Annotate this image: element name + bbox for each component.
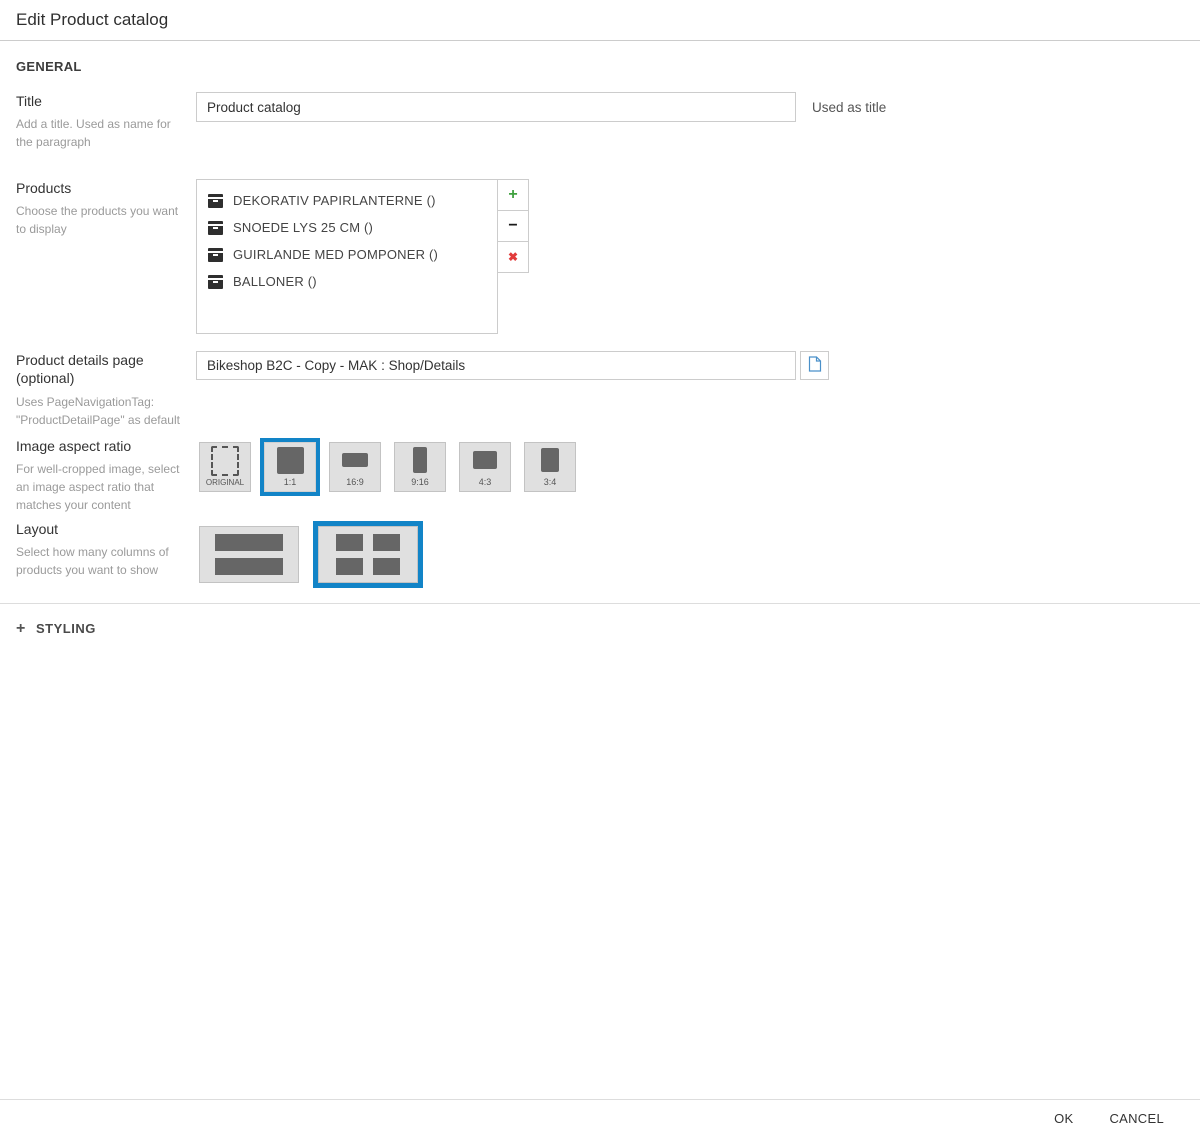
title-label: Title	[16, 93, 42, 109]
product-name: DEKORATIV PAPIRLANTERNE ()	[233, 193, 436, 209]
product-list-item[interactable]: SNOEDE LYS 25 CM ()	[197, 214, 497, 241]
document-icon	[808, 356, 822, 375]
layout-option-one-column[interactable]	[199, 525, 299, 583]
remove-product-button[interactable]: −	[497, 210, 529, 243]
aspect-option-1-1[interactable]: 1:1	[264, 441, 316, 492]
1-1-ratio-shape	[276, 446, 304, 474]
aspect-ratio-help: For well-cropped image, select an image …	[16, 461, 180, 512]
delete-product-button[interactable]: ✖	[497, 241, 529, 274]
aspect-option-9-16[interactable]: 9:16	[394, 441, 446, 492]
product-list-actions: + − ✖	[497, 179, 529, 274]
aspect-option-label: 16:9	[346, 476, 364, 487]
aspect-option-label: ORIGINAL	[205, 477, 245, 487]
original-ratio-shape	[211, 445, 239, 476]
page-picker-button[interactable]	[800, 351, 829, 381]
dialog-header: Edit Product catalog	[0, 0, 1200, 41]
aspect-option-label: 3:4	[543, 476, 557, 487]
product-list-item[interactable]: BALLONER ()	[197, 268, 497, 295]
aspect-option-original[interactable]: ORIGINAL	[199, 441, 251, 492]
aspect-ratio-row: Image aspect ratio For well-cropped imag…	[16, 437, 1184, 514]
aspect-option-label: 9:16	[411, 476, 429, 487]
one-column-layout-icon	[215, 533, 283, 575]
details-page-row: Product details page (optional) Uses Pag…	[16, 351, 1184, 428]
layout-help: Select how many columns of products you …	[16, 544, 169, 577]
product-name: GUIRLANDE MED POMPONER ()	[233, 247, 439, 263]
product-box-icon	[208, 193, 223, 208]
title-row: Title Add a title. Used as name for the …	[16, 92, 1184, 151]
aspect-option-4-3[interactable]: 4:3	[459, 441, 511, 492]
layout-row: Layout Select how many columns of produc…	[16, 520, 1184, 589]
details-page-label: Product details page (optional)	[16, 352, 144, 387]
product-box-icon	[208, 220, 223, 235]
title-input[interactable]	[196, 92, 796, 122]
16-9-ratio-shape	[342, 453, 368, 468]
products-label: Products	[16, 180, 72, 197]
styling-section-label: STYLING	[36, 621, 96, 637]
aspect-ratio-options: ORIGINAL 1:1 16:9 9:16 4:3 3:4	[196, 437, 1184, 497]
two-column-layout-icon	[336, 533, 400, 575]
edit-product-catalog-dialog: Edit Product catalog GENERAL Title Add a…	[0, 0, 1200, 1137]
products-help: Choose the products you want to display	[16, 204, 179, 237]
dialog-title: Edit Product catalog	[16, 10, 169, 29]
minus-icon: −	[508, 217, 518, 235]
9-16-ratio-shape	[413, 447, 427, 474]
dialog-body: GENERAL Title Add a title. Used as name …	[0, 41, 1200, 1099]
3-4-ratio-shape	[541, 448, 559, 473]
product-box-icon	[208, 274, 223, 289]
layout-options	[196, 520, 1184, 589]
details-page-input[interactable]	[196, 351, 796, 381]
product-list-item[interactable]: DEKORATIV PAPIRLANTERNE ()	[197, 187, 497, 214]
details-page-help: Uses PageNavigationTag: "ProductDetailPa…	[16, 394, 180, 427]
ok-button[interactable]: OK	[1052, 1109, 1075, 1128]
aspect-option-label: 4:3	[478, 476, 492, 487]
layout-label: Layout	[16, 520, 59, 537]
products-row: Products Choose the products you want to…	[16, 179, 1184, 335]
aspect-ratio-label: Image aspect ratio	[16, 437, 132, 454]
used-as-title-note: Used as title	[812, 99, 887, 115]
product-box-icon	[208, 247, 223, 262]
add-product-button[interactable]: +	[497, 179, 529, 212]
cancel-button[interactable]: CANCEL	[1107, 1109, 1166, 1128]
dialog-footer: OK CANCEL	[0, 1099, 1200, 1137]
product-name: SNOEDE LYS 25 CM ()	[233, 220, 374, 236]
product-list-item[interactable]: GUIRLANDE MED POMPONER ()	[197, 241, 497, 268]
aspect-option-16-9[interactable]: 16:9	[329, 441, 381, 492]
general-section-heading: GENERAL	[16, 59, 82, 74]
aspect-option-3-4[interactable]: 3:4	[524, 441, 576, 492]
title-help: Add a title. Used as name for the paragr…	[16, 117, 171, 150]
styling-section-toggle[interactable]: + STYLING	[16, 604, 1184, 654]
product-name: BALLONER ()	[233, 274, 317, 290]
plus-icon: +	[508, 186, 518, 204]
x-icon: ✖	[507, 250, 519, 265]
layout-option-two-columns[interactable]	[318, 525, 418, 583]
expand-plus-icon: +	[16, 619, 26, 637]
aspect-option-label: 1:1	[283, 476, 297, 487]
4-3-ratio-shape	[473, 451, 497, 470]
product-list[interactable]: DEKORATIV PAPIRLANTERNE () SNOEDE LYS 25…	[196, 179, 498, 335]
